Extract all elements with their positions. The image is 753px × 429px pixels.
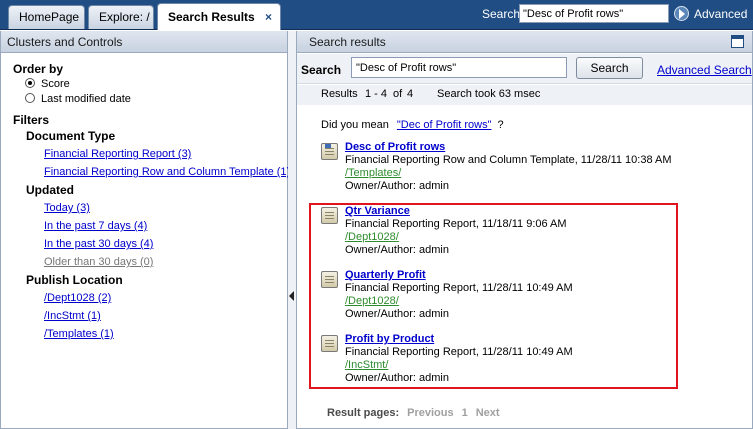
tab-explore[interactable]: Explore: / <box>88 5 154 29</box>
tab-homepage[interactable]: HomePage <box>8 5 85 29</box>
search-input[interactable] <box>351 57 567 78</box>
order-by-date-option[interactable]: Last modified date <box>25 93 131 105</box>
filter-link-financial-reporting-report[interactable]: Financial Reporting Report (3) <box>44 148 191 160</box>
filter-link-past-30-days[interactable]: In the past 30 days (4) <box>44 238 153 250</box>
template-icon <box>321 143 338 160</box>
report-icon <box>321 271 338 288</box>
filters-heading: Filters <box>13 113 50 127</box>
advanced-search-link[interactable]: Advanced Search <box>657 63 752 77</box>
result-path-link[interactable]: /Dept1028/ <box>345 295 399 307</box>
search-label: Search <box>301 63 342 77</box>
tab-search-results-label: Search Results <box>168 10 255 24</box>
report-icon <box>321 207 338 224</box>
maximize-icon[interactable] <box>731 35 744 48</box>
pager-page-number: 1 <box>461 407 468 419</box>
search-time: Search took 63 msec <box>437 88 541 100</box>
results-of: of <box>393 88 403 100</box>
result-owner: Owner/Author: admin <box>345 308 449 320</box>
result-title-link[interactable]: Qtr Variance <box>345 205 410 217</box>
result-owner: Owner/Author: admin <box>345 244 449 256</box>
publish-location-heading: Publish Location <box>26 273 123 287</box>
filter-link-incstmt[interactable]: /IncStmt (1) <box>44 310 101 322</box>
document-type-heading: Document Type <box>26 129 116 143</box>
order-by-score-label: Score <box>41 78 70 90</box>
search-bar: Search Search Advanced Search <box>297 54 752 84</box>
result-meta: Financial Reporting Report, 11/28/11 10:… <box>345 282 573 294</box>
result-owner: Owner/Author: admin <box>345 180 449 192</box>
go-arrow-icon[interactable] <box>674 6 689 21</box>
filter-link-older-than-30-days: Older than 30 days (0) <box>44 256 154 268</box>
filter-link-row-column-template[interactable]: Financial Reporting Row and Column Templ… <box>44 166 290 178</box>
did-you-mean-label: Did you mean <box>321 119 389 131</box>
top-search-input[interactable] <box>519 4 669 23</box>
pager-next: Next <box>475 407 500 419</box>
did-you-mean: Did you mean "Dec of Profit rows"? <box>321 119 504 131</box>
result-title-link[interactable]: Profit by Product <box>345 333 434 345</box>
result-title-link[interactable]: Quarterly Profit <box>345 269 426 281</box>
radio-selected-icon[interactable] <box>25 78 35 88</box>
filter-link-today[interactable]: Today (3) <box>44 202 90 214</box>
top-search-label: Search <box>482 7 521 21</box>
result-pages-label: Result pages: <box>327 407 400 419</box>
result-pager: Result pages: Previous 1 Next <box>327 407 500 419</box>
results-label: Results <box>321 88 358 100</box>
result-meta: Financial Reporting Report, 11/28/11 10:… <box>345 346 573 358</box>
top-advanced-link[interactable]: Advanced <box>694 7 747 21</box>
top-bar: HomePage Explore: / Search Results × Sea… <box>0 0 753 30</box>
result-owner: Owner/Author: admin <box>345 372 449 384</box>
results-total: 4 <box>407 88 414 100</box>
result-item: Profit by Product Financial Reporting Re… <box>321 333 741 385</box>
updated-heading: Updated <box>26 183 74 197</box>
results-range: 1 - 4 <box>365 88 388 100</box>
order-by-score-option[interactable]: Score <box>25 78 70 90</box>
result-item: Quarterly Profit Financial Reporting Rep… <box>321 269 741 321</box>
results-summary-bar: Results 1 - 4 of 4 Search took 63 msec <box>297 85 752 105</box>
report-icon <box>321 335 338 352</box>
panel-splitter[interactable] <box>288 31 296 429</box>
result-item: Desc of Profit rows Financial Reporting … <box>321 141 741 193</box>
pager-previous: Previous <box>407 407 454 419</box>
result-item: Qtr Variance Financial Reporting Report,… <box>321 205 741 257</box>
filter-link-templates[interactable]: /Templates (1) <box>44 328 114 340</box>
close-icon[interactable]: × <box>265 4 272 30</box>
radio-unselected-icon[interactable] <box>25 93 35 103</box>
clusters-panel-header: Clusters and Controls <box>1 31 287 53</box>
filter-link-past-7-days[interactable]: In the past 7 days (4) <box>44 220 147 232</box>
did-you-mean-question: ? <box>497 119 504 131</box>
order-by-date-label: Last modified date <box>41 93 131 105</box>
result-path-link[interactable]: /Dept1028/ <box>345 231 399 243</box>
result-meta: Financial Reporting Report, 11/18/11 9:0… <box>345 218 567 230</box>
result-title-link[interactable]: Desc of Profit rows <box>345 141 445 153</box>
tab-search-results[interactable]: Search Results × <box>157 3 281 30</box>
search-results-panel: Search results Search Search Advanced Se… <box>296 31 753 429</box>
result-path-link[interactable]: /Templates/ <box>345 167 401 179</box>
clusters-panel: Clusters and Controls Order by Score Las… <box>0 31 290 429</box>
collapse-arrow-icon[interactable] <box>289 291 294 301</box>
search-results-header: Search results <box>297 31 752 53</box>
order-by-heading: Order by <box>13 62 64 76</box>
search-button[interactable]: Search <box>576 57 643 79</box>
result-meta: Financial Reporting Row and Column Templ… <box>345 154 672 166</box>
filter-link-dept1028[interactable]: /Dept1028 (2) <box>44 292 111 304</box>
did-you-mean-suggestion-link[interactable]: "Dec of Profit rows" <box>397 119 492 131</box>
result-path-link[interactable]: /IncStmt/ <box>345 359 388 371</box>
